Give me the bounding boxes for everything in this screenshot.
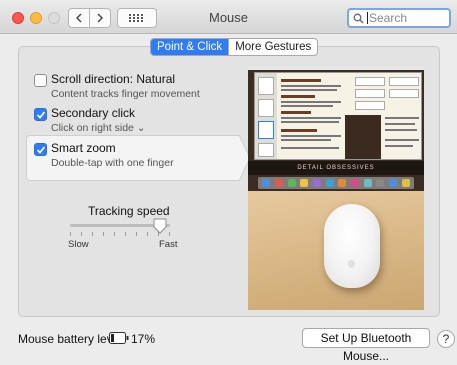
preview-text-line — [281, 85, 341, 87]
preview-heading — [281, 79, 321, 82]
preview-text-line — [385, 145, 413, 147]
preview-text-line — [281, 121, 339, 123]
tracking-speed-label: Tracking speed — [88, 204, 170, 218]
preview-thumb — [258, 121, 274, 139]
dock-icon — [401, 179, 410, 187]
option-subtitle[interactable]: Click on right side ⌄ — [51, 122, 146, 134]
battery-percent: 17% — [131, 332, 156, 346]
slider-max-label: Fast — [159, 239, 178, 250]
option-subtitle: Content tracks finger movement — [51, 88, 200, 100]
smart-zoom-checkbox[interactable] — [34, 143, 47, 156]
preview-text-line — [281, 101, 341, 103]
preview-text-line — [281, 89, 337, 91]
preview-text-line — [385, 117, 419, 119]
dock-icon — [388, 179, 397, 187]
option-title: Scroll direction: Natural — [51, 72, 176, 86]
tick — [114, 232, 115, 236]
gesture-preview-image: DETAIL OBSESSIVES — [248, 66, 424, 310]
tick — [125, 232, 126, 236]
preview-photo — [345, 115, 381, 159]
checkmark-icon — [36, 146, 46, 154]
tick — [81, 232, 82, 236]
slider-knob[interactable] — [153, 218, 167, 234]
title-bar: Mouse Search — [0, 0, 457, 34]
preview-field — [355, 89, 385, 98]
apple-logo — [348, 260, 355, 268]
preview-thumb — [258, 143, 274, 157]
scroll-direction-checkbox[interactable] — [34, 74, 47, 87]
preview-document-window — [254, 72, 422, 160]
preview-banner: DETAIL OBSESSIVES — [248, 161, 424, 175]
preview-text-line — [281, 139, 331, 141]
dock-icon — [376, 179, 385, 187]
dock-icon — [350, 179, 359, 187]
preview-text-line — [281, 135, 341, 137]
tick — [103, 232, 104, 236]
help-button[interactable]: ? — [437, 330, 455, 348]
tab-more-gestures[interactable]: More Gestures — [228, 39, 317, 55]
search-input[interactable]: Search — [347, 8, 451, 28]
dock-icon — [363, 179, 372, 187]
preview-sidebar — [255, 73, 277, 159]
dock-icon — [312, 179, 321, 187]
search-icon — [353, 13, 364, 23]
dock-icon — [338, 179, 347, 187]
tick — [169, 232, 170, 236]
preview-text-line — [281, 147, 339, 149]
mouse-preferences-window: Mouse Search Point & Click More Gestures… — [0, 0, 457, 363]
preview-field — [389, 77, 419, 86]
preview-text-line — [281, 117, 341, 119]
checkmark-icon — [36, 111, 46, 119]
magic-mouse-image — [324, 204, 380, 288]
option-title: Secondary click — [51, 106, 136, 120]
preview-field — [355, 77, 385, 86]
preview-heading — [281, 111, 311, 114]
tick — [92, 232, 93, 236]
dock-icon — [274, 179, 283, 187]
preview-screen: DETAIL OBSESSIVES — [248, 66, 424, 191]
tick — [147, 232, 148, 236]
preview-thumb — [258, 99, 274, 117]
dock-icon — [287, 179, 296, 187]
battery-icon — [109, 332, 129, 344]
dock-icon — [300, 179, 309, 187]
preview-text-line — [385, 123, 415, 125]
tab-bar: Point & Click More Gestures — [150, 38, 319, 56]
secondary-click-checkbox[interactable] — [34, 108, 47, 121]
preview-thumb — [258, 77, 274, 95]
preview-menubar — [248, 66, 424, 70]
text-caret — [367, 12, 368, 24]
option-title: Smart zoom — [51, 141, 116, 155]
preview-field — [355, 101, 385, 110]
tab-point-and-click[interactable]: Point & Click — [151, 39, 229, 55]
preview-dock — [258, 177, 414, 189]
tick — [70, 232, 71, 236]
setup-bluetooth-mouse-button[interactable]: Set Up Bluetooth Mouse... — [302, 328, 430, 363]
preview-text-line — [385, 139, 419, 141]
dock-icon — [262, 179, 271, 187]
dock-icon — [325, 179, 334, 187]
tick — [136, 232, 137, 236]
preview-text-line — [385, 129, 417, 131]
option-subtitle: Double-tap with one finger — [51, 157, 174, 169]
preview-heading — [281, 129, 317, 132]
preview-heading — [281, 95, 315, 98]
slider-min-label: Slow — [68, 239, 89, 250]
preview-field — [389, 89, 419, 98]
search-placeholder: Search — [369, 11, 408, 25]
preview-text-line — [281, 105, 333, 107]
